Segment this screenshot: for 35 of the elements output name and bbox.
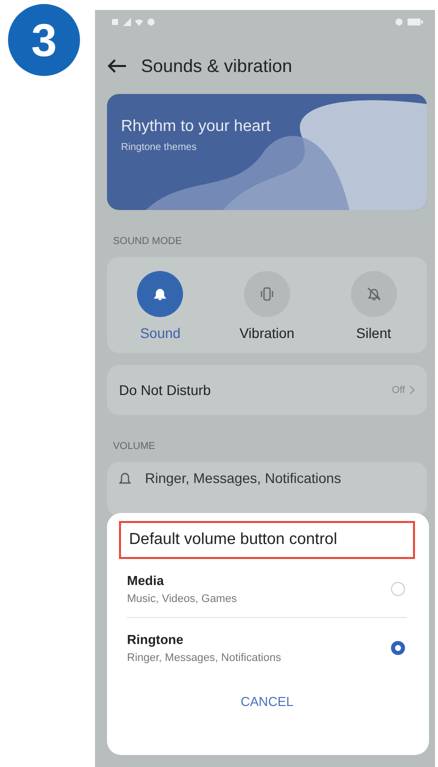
option-subtitle: Music, Videos, Games <box>127 593 237 605</box>
option-subtitle: Ringer, Messages, Notifications <box>127 652 282 664</box>
bell-icon <box>152 286 168 302</box>
radio-button[interactable] <box>391 641 405 655</box>
chevron-right-icon <box>409 385 415 395</box>
section-label: SOUND MODE <box>113 236 182 247</box>
volume-row-label: Ringer, Messages, Notifications <box>145 470 342 486</box>
sound-mode-label: Sound <box>140 325 181 341</box>
banner-title: Rhythm to your heart <box>121 118 270 136</box>
section-label: VOLUME <box>113 441 156 452</box>
option-title: Ringtone <box>127 632 184 647</box>
battery-icon <box>407 18 423 26</box>
option-title: Media <box>127 573 164 588</box>
sound-mode-button[interactable] <box>137 271 184 317</box>
wifi-icon <box>135 18 143 26</box>
back-arrow-icon[interactable] <box>107 58 127 74</box>
bell-icon <box>119 471 131 485</box>
signal-icon <box>123 18 131 26</box>
sound-mode-button[interactable] <box>350 271 397 317</box>
screen-title: Sounds & vibration <box>141 56 292 76</box>
sound-mode-label: Vibration <box>239 325 294 341</box>
option-row[interactable]: Media Music, Videos, Games <box>119 559 415 617</box>
sound-mode-label: Silent <box>356 325 392 341</box>
row-value: Off <box>392 384 405 396</box>
dialog-title: Default volume button control <box>119 521 415 559</box>
row-label: Do Not Disturb <box>119 382 212 398</box>
cancel-button[interactable]: CANCEL <box>230 688 304 715</box>
ringtone-themes-banner[interactable]: Rhythm to your heart Ringtone themes <box>107 94 427 210</box>
banner-subtitle: Ringtone themes <box>121 142 197 153</box>
sound-mode-button[interactable] <box>244 271 290 317</box>
muted-bell-icon <box>366 286 382 302</box>
vibration-icon <box>258 286 275 302</box>
do-not-disturb-row[interactable]: Do Not Disturb Off <box>107 365 427 415</box>
step-number-badge: 3 <box>8 4 80 76</box>
option-row[interactable]: Ringtone Ringer, Messages, Notifications <box>119 618 415 676</box>
